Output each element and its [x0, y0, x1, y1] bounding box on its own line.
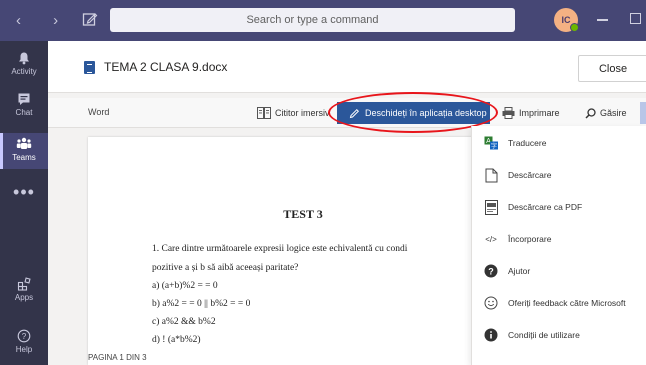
- svg-text:字: 字: [490, 142, 496, 150]
- chat-icon: [18, 93, 30, 105]
- question-line: pozitive a și b să aibă aceeași paritate…: [152, 263, 299, 273]
- menu-item-label: Ajutor: [508, 266, 531, 276]
- document-header: TEMA 2 CLASA 9.docx Close: [48, 41, 646, 93]
- maximize-icon[interactable]: [630, 13, 641, 24]
- menu-item-terms-of-use[interactable]: Condiții de utilizare: [472, 320, 646, 350]
- app-rail: Activity Chat Teams ••• Apps ? Help: [0, 41, 48, 365]
- word-file-icon: [84, 61, 95, 74]
- immersive-reader-label: Cititor imersiv: [275, 108, 330, 118]
- menu-item-label: Descărcare ca PDF: [508, 202, 583, 212]
- feedback-icon: [484, 296, 498, 310]
- menu-item-translate[interactable]: A字 Traducere: [472, 128, 646, 158]
- rail-label-teams: Teams: [12, 153, 36, 162]
- menu-item-label: Condiții de utilizare: [508, 330, 580, 340]
- printer-icon: [502, 107, 515, 119]
- rail-label-help: Help: [15, 345, 33, 354]
- download-icon: [485, 168, 497, 182]
- answer-option-d: d) ! (a*b%2): [152, 335, 201, 345]
- answer-option-b: b) a%2 = = 0 || b%2 = = 0: [152, 299, 251, 309]
- menu-item-label: Traducere: [508, 138, 547, 148]
- more-options-menu: A字 Traducere Descărcare Descărcare ca PD…: [471, 126, 646, 365]
- immersive-reader-icon: [257, 107, 271, 119]
- print-label: Imprimare: [519, 108, 560, 118]
- menu-item-feedback[interactable]: Oferiți feedback către Microsoft: [472, 288, 646, 318]
- word-toolbar: Word Cititor imersiv Deschideți în aplic…: [48, 92, 646, 133]
- find-button[interactable]: Găsire: [585, 103, 627, 123]
- help-icon: ?: [484, 264, 498, 278]
- teams-icon: [16, 137, 32, 149]
- search-input[interactable]: [110, 8, 515, 32]
- presence-available-icon: [570, 23, 579, 32]
- menu-item-download-pdf[interactable]: Descărcare ca PDF: [472, 192, 646, 222]
- title-bar: ‹ › IC: [0, 0, 646, 41]
- rail-label-activity: Activity: [11, 67, 37, 76]
- info-icon: [484, 328, 498, 342]
- more-apps-button[interactable]: •••: [0, 183, 48, 201]
- rail-label-chat: Chat: [15, 108, 33, 117]
- nav-arrows[interactable]: ‹ ›: [16, 12, 72, 29]
- svg-text:?: ?: [22, 332, 27, 341]
- document-title: TEMA 2 CLASA 9.docx: [104, 60, 228, 74]
- answer-option-c: c) a%2 && b%2: [152, 317, 216, 327]
- document-page: TEST 3 1. Care dintre următoarele expres…: [88, 137, 518, 365]
- find-label: Găsire: [600, 108, 627, 118]
- menu-item-download[interactable]: Descărcare: [472, 160, 646, 190]
- svg-text:?: ?: [488, 267, 494, 277]
- menu-item-label: Încorporare: [508, 234, 552, 244]
- menu-item-label: Oferiți feedback către Microsoft: [508, 298, 626, 308]
- minimize-icon[interactable]: [597, 19, 608, 21]
- menu-item-embed[interactable]: </> Încorporare: [472, 224, 646, 254]
- toolbar-overflow-button[interactable]: [640, 102, 646, 124]
- search-box[interactable]: [110, 8, 515, 32]
- apps-icon: [17, 277, 31, 291]
- embed-icon: </>: [485, 234, 497, 244]
- menu-item-label: Descărcare: [508, 170, 552, 180]
- answer-option-a: a) (a+b)%2 = = 0: [152, 281, 218, 291]
- immersive-reader-button[interactable]: Cititor imersiv: [257, 103, 330, 123]
- help-circle-icon: ?: [17, 329, 31, 343]
- rail-item-help[interactable]: ? Help: [0, 329, 48, 365]
- rail-item-activity[interactable]: Activity: [0, 51, 48, 85]
- menu-item-help[interactable]: ? Ajutor: [472, 256, 646, 286]
- document-heading: TEST 3: [283, 207, 323, 221]
- rail-item-teams[interactable]: Teams: [0, 133, 48, 169]
- translate-icon: A字: [484, 136, 498, 150]
- word-app-label: Word: [88, 107, 110, 117]
- question-line: 1. Care dintre următoarele expresii logi…: [152, 244, 408, 254]
- print-button[interactable]: Imprimare: [502, 103, 560, 123]
- rail-item-apps[interactable]: Apps: [0, 277, 48, 313]
- pdf-icon: [484, 199, 498, 215]
- page-indicator: PAGINA 1 DIN 3: [88, 353, 147, 362]
- rail-item-chat[interactable]: Chat: [0, 92, 48, 126]
- search-icon: [585, 107, 596, 119]
- close-button[interactable]: Close: [578, 55, 646, 82]
- bell-icon: [19, 52, 29, 65]
- rail-label-apps: Apps: [14, 293, 34, 302]
- new-chat-icon[interactable]: [82, 11, 98, 27]
